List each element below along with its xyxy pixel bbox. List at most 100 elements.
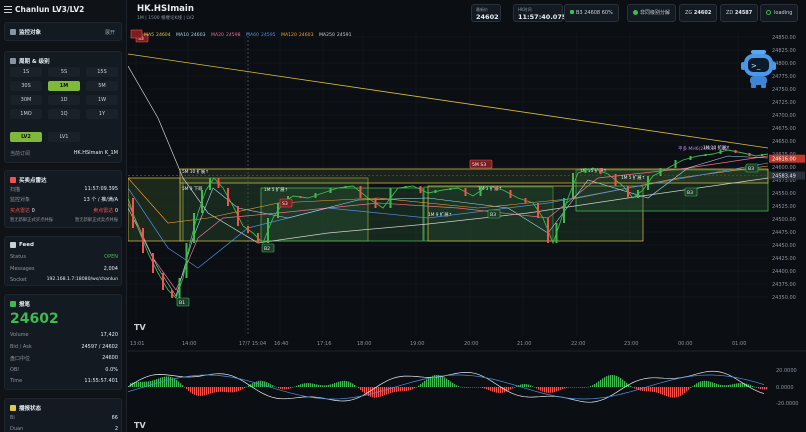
osc-bar [256,381,258,387]
quote-row-value: 24597 / 24602 [81,344,118,350]
sync-row: Bi 66 [10,415,118,421]
time-tick-label: 17/7 15:04 [239,341,266,347]
osc-bar [164,376,166,387]
b3-signal-pill[interactable]: B3 24608 60% [564,4,619,22]
period-button[interactable]: 30S [10,81,42,91]
osc-bar [656,387,658,393]
period-button[interactable]: 15S [86,67,118,77]
expand-button[interactable]: 展开 [105,29,115,36]
osc-bar [282,387,284,390]
period-button[interactable]: 1MO [10,109,42,119]
marker-label: B3 [687,190,693,196]
menu-icon[interactable] [4,6,12,13]
osc-bar [466,387,468,388]
monitor-title: 监控对象 [19,30,42,36]
osc-bar [750,385,752,387]
osc-bar [756,387,758,388]
ma-legend-name: MA20 [211,32,224,38]
osc-bar [460,386,462,388]
osc-bar [330,384,332,387]
osc-bar [162,377,164,387]
radar-icon [10,177,16,183]
osc-bar [584,387,586,388]
period-button[interactable]: 1Y [86,109,118,119]
osc-bar [142,381,144,387]
osc-bar [444,377,446,387]
feed-row: Socket 192.168.1.7:18080/ws/chanlun [10,277,118,283]
ma-legend-name: MA250 [319,32,335,38]
osc-bar [448,380,450,387]
crosshair-price-label: 24583.49 [772,174,796,180]
marker-label: B2 [264,246,270,252]
ma-legend-name: MA5 [144,32,154,38]
period-button[interactable]: 30M [10,95,42,105]
osc-bar [508,387,510,391]
price-chart[interactable]: 24850.0024825.0024800.0024775.0024750.00… [128,28,806,348]
osc-bar [400,387,402,392]
osc-bar [552,387,554,393]
osc-bar [278,387,280,389]
osc-bar [586,387,588,388]
candle [689,156,692,160]
osc-bar [618,376,620,387]
osc-bar [452,382,454,387]
app-title-text: Chanlun LV3/LV2 [15,5,85,14]
ma-legend-value: 24603 [299,32,314,38]
level-button[interactable]: LV1 [48,132,80,142]
time-tick-label: 21:00 [517,341,531,347]
osc-bar [766,387,768,390]
osc-bar [398,387,400,392]
monitor-card[interactable]: 监控对象 展开 [4,22,122,41]
osc-bar [354,384,356,387]
osc-bar [190,387,192,393]
quote-row-value: 11:55:57.401 [84,378,118,384]
candle [547,218,549,243]
osc-bar [424,380,426,387]
oscillator-chart[interactable]: 20.0000 0.0000 -20.0000 TV [128,350,806,432]
osc-bar [446,378,448,387]
osc-bar [176,379,178,387]
nonsync-pill[interactable]: 非同级别分解 [627,4,677,22]
time-tick-label: 13:01 [130,341,144,347]
tv-logo: TV [134,421,146,430]
osc-bar [468,387,470,388]
period-button[interactable]: 1S [10,67,42,77]
ma-legend-name: MA10 [176,32,189,38]
hk-time-value: 11:57:40.075 [518,13,567,21]
candle [329,188,332,193]
period-button[interactable]: 5M [86,81,118,91]
subscription-value: HK.HSImain K_1M [73,150,118,156]
osc-bar [540,387,542,391]
osc-bar [192,387,194,394]
radar-notes: 暂无新鲜正式买点共振 暂无新鲜正式卖点共振 [10,217,118,223]
osc-bar [484,387,486,389]
osc-bar [188,387,190,391]
osc-bar [206,387,208,395]
osc-background [128,350,806,432]
osc-bar [228,387,230,393]
osc-bar [764,387,766,390]
osc-bar [598,381,600,387]
socket-value: 192.168.1.7:18080/ws/chanlun [46,277,118,282]
period-button[interactable]: 1Q [48,109,80,119]
osc-bar [642,387,644,391]
period-button[interactable]: 1M [48,81,80,91]
osc-bar [198,387,200,396]
osc-bar [212,387,214,393]
period-button[interactable]: 1W [86,95,118,105]
period-button[interactable]: 5S [48,67,80,77]
level-button[interactable]: LV2 [10,132,42,142]
loading-pill[interactable]: loading [760,4,799,22]
osc-bar [220,387,222,392]
robot-assistant-icon[interactable]: >_ [741,50,776,88]
candle [434,190,437,193]
osc-bar [226,387,228,393]
osc-bar [370,387,372,397]
quote-row-label: Volume [10,332,29,338]
osc-bar [690,387,692,389]
osc-bar [578,387,580,388]
period-button[interactable]: 1D [48,95,80,105]
hk-time-box: HK时间 11:57:40.075 [513,4,567,22]
osc-bar [408,387,410,391]
candle [267,218,269,243]
